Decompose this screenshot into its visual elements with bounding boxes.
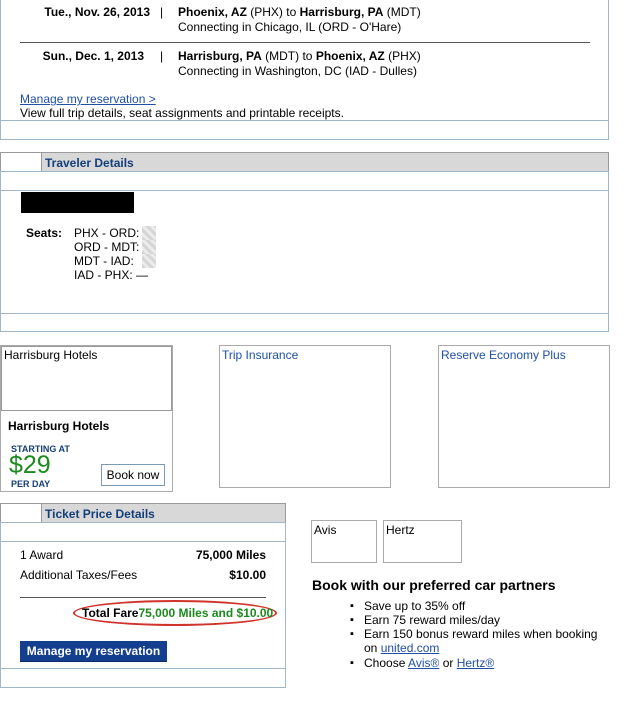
price-divider <box>20 597 266 598</box>
destination-code: (MDT) <box>386 5 421 19</box>
seat-list: PHX - ORD: ORD - MDT: MDT - IAD: IAD - P… <box>74 226 148 282</box>
traveler-bottom-strip <box>0 313 609 332</box>
seat-blurred <box>142 226 156 240</box>
avis-ad[interactable]: Avis <box>311 520 377 563</box>
ticket-price-header: Ticket Price Details <box>0 503 286 523</box>
ticket-price-bottom-strip <box>0 668 286 688</box>
price-row-label: 1 Award <box>20 548 64 562</box>
hotels-title: Harrisburg Hotels <box>8 419 110 433</box>
flight-2-route: Harrisburg, PA (MDT) to Phoenix, AZ (PHX… <box>178 49 421 63</box>
hertz-ad[interactable]: Hertz <box>383 520 462 563</box>
on-text: on <box>364 641 378 655</box>
traveler-details-header: Traveler Details <box>0 152 609 172</box>
hotel-price: $29 <box>9 451 51 479</box>
benefit-item: Earn 150 bonus reward miles when booking <box>342 627 622 641</box>
traveler-top-strip <box>0 171 609 191</box>
choose-text: Choose <box>364 656 406 670</box>
benefit-item: Choose Avis® or Hertz® <box>342 656 622 670</box>
header-tab-notch <box>1 153 42 171</box>
seat-row: IAD - PHX: — <box>74 268 149 282</box>
seat-row: PHX - ORD: <box>74 226 140 240</box>
hertz-ad-label: Hertz <box>386 523 415 537</box>
economy-plus-ad[interactable]: Reserve Economy Plus <box>438 345 610 488</box>
price-row-value: 75,000 Miles <box>195 548 266 562</box>
benefit-item: Earn 75 reward miles/day <box>342 613 622 627</box>
hertz-link[interactable]: Hertz® <box>457 656 495 670</box>
flight-1-connection: Connecting in Chicago, IL (ORD - O'Hare) <box>178 20 402 34</box>
flight-1-date: Tue., Nov. 26, 2013 <box>44 5 150 19</box>
flight-1-route: Phoenix, AZ (PHX) to Harrisburg, PA (MDT… <box>178 5 421 19</box>
ticket-price-top-strip <box>0 522 286 542</box>
manage-reservation-link[interactable]: Manage my reservation > <box>20 92 156 106</box>
hotels-image-placeholder[interactable]: Harrisburg Hotels <box>1 346 172 411</box>
benefit-continuation: on united.com <box>364 641 439 655</box>
header-tab-notch <box>1 504 42 522</box>
united-com-link[interactable]: united.com <box>381 641 440 655</box>
origin-city: Harrisburg, PA <box>178 49 262 63</box>
seats-label: Seats: <box>26 226 63 240</box>
avis-link[interactable]: Avis® <box>408 656 439 670</box>
seat-row: ORD - MDT: <box>74 240 140 254</box>
economy-plus-label[interactable]: Reserve Economy Plus <box>441 348 566 362</box>
trip-insurance-label[interactable]: Trip Insurance <box>222 348 298 362</box>
car-choose-list: Choose Avis® or Hertz® <box>342 656 622 670</box>
flight-2-sep: | <box>160 49 164 63</box>
manage-reservation-button[interactable]: Manage my reservation <box>20 641 167 661</box>
avis-ad-label: Avis <box>314 523 337 537</box>
flight-1-sep: | <box>160 5 164 19</box>
traveler-details-title: Traveler Details <box>45 156 134 170</box>
or-text: or <box>442 656 454 670</box>
seat-blurred <box>142 254 156 268</box>
traveler-name-redacted <box>21 192 134 213</box>
seat-blurred <box>142 240 156 254</box>
flight-2-connection: Connecting in Washington, DC (IAD - Dull… <box>178 64 417 78</box>
car-benefits-list: Save up to 35% off Earn 75 reward miles/… <box>342 599 622 641</box>
to-word: to <box>302 49 313 63</box>
per-day-label: PER DAY <box>11 479 51 489</box>
flight-2-date: Sun., Dec. 1, 2013 <box>42 49 144 63</box>
destination-city: Harrisburg, PA <box>299 5 384 19</box>
to-word: to <box>286 5 297 19</box>
hotels-image-label: Harrisburg Hotels <box>4 348 98 362</box>
manage-reservation-description: View full trip details, seat assignments… <box>20 106 344 120</box>
total-fare-row: Total Fare75,000 Miles and $10.00 <box>82 606 273 620</box>
origin-code: (PHX) <box>250 5 283 19</box>
flight-divider <box>20 42 590 43</box>
trip-insurance-ad[interactable]: Trip Insurance <box>219 345 391 488</box>
price-row-value: $10.00 <box>229 568 266 582</box>
benefit-item: Save up to 35% off <box>342 599 622 613</box>
ticket-price-title: Ticket Price Details <box>45 507 155 521</box>
origin-city: Phoenix, AZ <box>178 5 247 19</box>
destination-city: Phoenix, AZ <box>315 49 385 63</box>
price-row-label: Additional Taxes/Fees <box>20 568 138 582</box>
origin-code: (MDT) <box>265 49 300 63</box>
total-fare-value: 75,000 Miles and $10.00 <box>138 606 274 620</box>
car-partners-heading: Book with our preferred car partners <box>312 577 556 593</box>
book-now-button[interactable]: Book now <box>101 464 165 486</box>
total-fare-label: Total Fare <box>82 606 139 620</box>
destination-code: (PHX) <box>388 49 421 63</box>
seat-row: MDT - IAD: <box>74 254 134 268</box>
